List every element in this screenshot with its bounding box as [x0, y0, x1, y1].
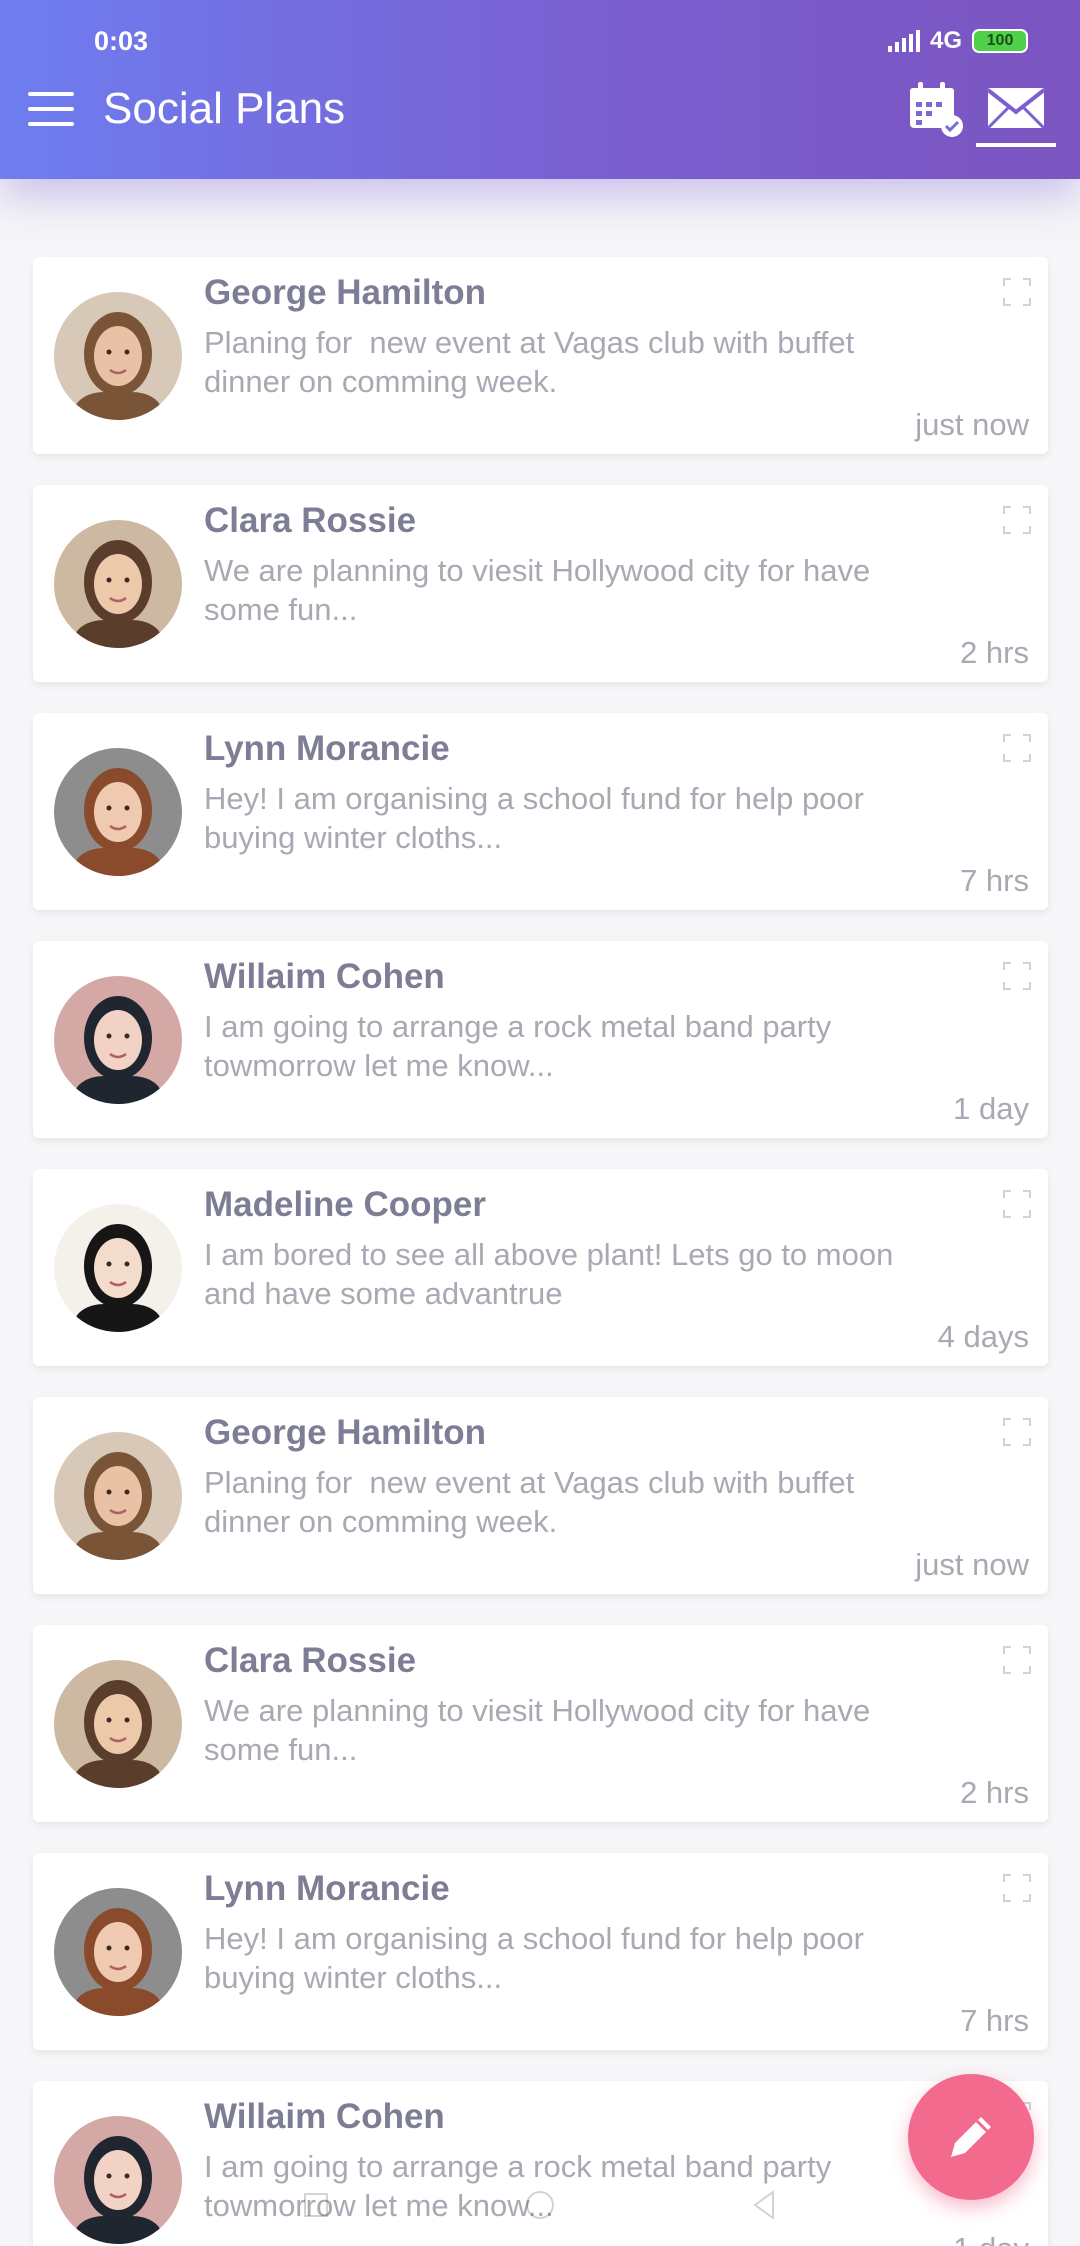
avatar — [54, 292, 182, 420]
message-time: 4 days — [937, 1319, 1029, 1354]
avatar — [54, 520, 182, 648]
message-card[interactable]: Clara Rossie We are planning to viesit H… — [33, 485, 1048, 682]
avatar — [54, 1432, 182, 1560]
expand-icon[interactable] — [1002, 1645, 1032, 1675]
expand-icon[interactable] — [1002, 505, 1032, 535]
sender-name: Willaim Cohen — [204, 2097, 445, 2136]
avatar — [54, 1204, 182, 1332]
compose-button[interactable] — [908, 2074, 1034, 2200]
message-card[interactable]: Madeline Cooper I am bored to see all ab… — [33, 1169, 1048, 1366]
menu-icon[interactable] — [28, 92, 74, 126]
battery-level: 100 — [986, 32, 1014, 49]
message-time: just now — [915, 407, 1029, 442]
message-preview: We are planning to viesit Hollywood city… — [204, 1693, 879, 1767]
message-preview: Planing for new event at Vagas club with… — [204, 1465, 863, 1539]
circle-nav-icon[interactable] — [523, 2188, 557, 2222]
avatar — [54, 976, 182, 1104]
sender-name: George Hamilton — [204, 273, 486, 312]
message-card[interactable]: Lynn Morancie Hey! I am organising a sch… — [33, 713, 1048, 910]
message-preview: I am going to arrange a rock metal band … — [204, 1009, 840, 1083]
message-preview: I am bored to see all above plant! Lets … — [204, 1237, 902, 1311]
status-time: 0:03 — [94, 26, 149, 56]
message-time: 2 hrs — [960, 635, 1029, 670]
system-nav-bar — [0, 2164, 1080, 2246]
message-preview: Hey! I am organising a school fund for h… — [204, 1921, 873, 1995]
avatar — [54, 748, 182, 876]
message-card[interactable]: Willaim Cohen I am going to arrange a ro… — [33, 941, 1048, 1138]
battery-icon: 100 — [972, 29, 1028, 53]
sender-name: Lynn Morancie — [204, 1869, 450, 1908]
sender-name: George Hamilton — [204, 1413, 486, 1452]
message-preview: Planing for new event at Vagas club with… — [204, 325, 863, 399]
expand-icon[interactable] — [1002, 1873, 1032, 1903]
message-time: 1 day — [953, 1091, 1029, 1126]
expand-icon[interactable] — [1002, 277, 1032, 307]
message-preview: We are planning to viesit Hollywood city… — [204, 553, 879, 627]
message-time: just now — [915, 1547, 1029, 1582]
message-time: 7 hrs — [960, 2003, 1029, 2038]
app-bar: 0:03 4G 100 Social Plans — [0, 0, 1080, 179]
message-time: 2 hrs — [960, 1775, 1029, 1810]
message-list: George Hamilton Planing for new event at… — [33, 257, 1048, 2246]
message-time: 7 hrs — [960, 863, 1029, 898]
signal-icon — [887, 30, 920, 52]
page-title: Social Plans — [103, 84, 346, 133]
message-preview: Hey! I am organising a school fund for h… — [204, 781, 873, 855]
sender-name: Lynn Morancie — [204, 729, 450, 768]
sender-name: Madeline Cooper — [204, 1185, 486, 1224]
square-nav-icon[interactable] — [299, 2188, 333, 2222]
message-card[interactable]: George Hamilton Planing for new event at… — [33, 257, 1048, 454]
message-card[interactable]: Lynn Morancie Hey! I am organising a sch… — [33, 1853, 1048, 2050]
mail-icon[interactable] — [976, 84, 1056, 150]
sender-name: Clara Rossie — [204, 1641, 417, 1680]
message-card[interactable]: Clara Rossie We are planning to viesit H… — [33, 1625, 1048, 1822]
avatar — [54, 1660, 182, 1788]
sender-name: Clara Rossie — [204, 501, 417, 540]
message-card[interactable]: George Hamilton Planing for new event at… — [33, 1397, 1048, 1594]
status-indicators: 4G 100 — [887, 24, 1028, 58]
calendar-icon[interactable] — [906, 80, 964, 138]
avatar — [54, 1888, 182, 2016]
expand-icon[interactable] — [1002, 1189, 1032, 1219]
expand-icon[interactable] — [1002, 961, 1032, 991]
back-nav-icon[interactable] — [747, 2188, 781, 2222]
expand-icon[interactable] — [1002, 1417, 1032, 1447]
pencil-icon — [951, 2117, 991, 2157]
sender-name: Willaim Cohen — [204, 957, 445, 996]
active-tab-indicator — [976, 143, 1056, 147]
expand-icon[interactable] — [1002, 733, 1032, 763]
network-label: 4G — [929, 27, 962, 54]
